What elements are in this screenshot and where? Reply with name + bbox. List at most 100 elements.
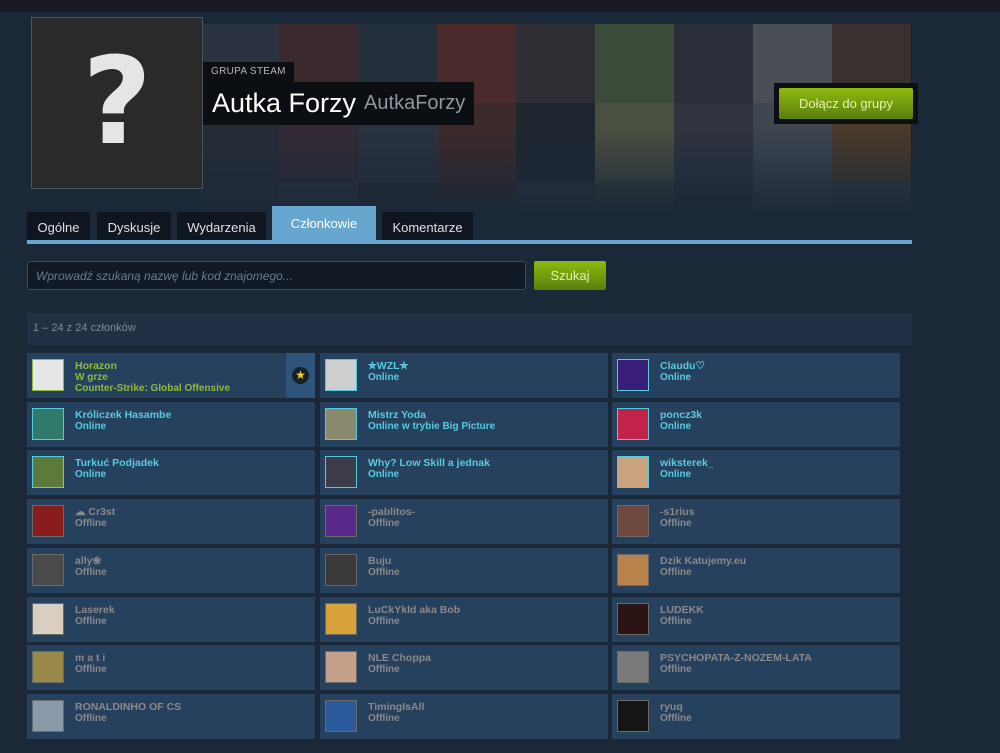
- member-status: Online: [660, 372, 692, 383]
- member-name[interactable]: poncz3k: [660, 409, 702, 421]
- member-avatar[interactable]: [617, 651, 649, 684]
- member-card[interactable]: -s1rius Offline: [612, 499, 900, 545]
- group-type-label: GRUPA STEAM: [203, 62, 294, 82]
- member-avatar[interactable]: [617, 359, 649, 391]
- member-avatar[interactable]: [325, 456, 357, 489]
- member-card[interactable]: LUDEKK Offline: [612, 596, 900, 642]
- member-count: 1 – 24 z 24 członków: [27, 313, 912, 345]
- member-card[interactable]: Mistrz Yoda Online w trybie Big Picture: [320, 401, 608, 447]
- member-name[interactable]: wiksterek_: [660, 457, 714, 469]
- tab-discussions[interactable]: Dyskusje: [97, 212, 171, 242]
- member-name[interactable]: ✯WZL✯: [368, 360, 408, 372]
- member-name[interactable]: LUDEKK: [660, 604, 704, 616]
- member-avatar[interactable]: [32, 602, 64, 635]
- member-avatar[interactable]: [32, 505, 64, 538]
- member-status: Offline: [660, 712, 692, 724]
- join-group-button[interactable]: Dołącz do grupy: [779, 88, 913, 119]
- member-avatar[interactable]: [32, 553, 64, 586]
- member-avatar[interactable]: [617, 505, 649, 538]
- member-card[interactable]: wiksterek_ Online: [612, 450, 900, 496]
- member-card[interactable]: Laserek Offline: [27, 596, 315, 642]
- member-card[interactable]: m a t i Offline: [27, 645, 315, 691]
- member-card[interactable]: -pablitos- Offline: [320, 499, 608, 545]
- member-avatar[interactable]: [32, 407, 64, 440]
- member-avatar[interactable]: [617, 699, 649, 732]
- member-card[interactable]: NLE Choppa Offline: [320, 645, 608, 691]
- tab-overview[interactable]: Ogólne: [27, 212, 90, 242]
- member-card[interactable]: Króliczek Hasambe Online: [27, 401, 315, 447]
- member-avatar[interactable]: [32, 359, 64, 391]
- member-card[interactable]: ☁ Cr3st Offline: [27, 499, 315, 545]
- member-avatar[interactable]: [32, 456, 64, 489]
- member-status: Offline: [75, 712, 107, 724]
- member-status: Offline: [660, 664, 692, 676]
- member-card[interactable]: Buju Offline: [320, 547, 608, 593]
- member-status: Offline: [368, 615, 400, 627]
- member-avatar[interactable]: [325, 359, 357, 391]
- member-name[interactable]: ally❀: [75, 555, 101, 567]
- search-button[interactable]: Szukaj: [534, 261, 606, 290]
- member-card[interactable]: ✯WZL✯ Online: [320, 353, 608, 398]
- member-card[interactable]: Turkuć Podjadek Online: [27, 450, 315, 496]
- member-avatar[interactable]: [325, 602, 357, 635]
- member-status: Offline: [75, 518, 107, 530]
- officer-badge: ★: [286, 353, 315, 398]
- member-name[interactable]: Horazon: [75, 360, 117, 372]
- member-status: Offline: [75, 615, 107, 627]
- member-name[interactable]: TimingIsAll: [368, 701, 424, 713]
- tab-events[interactable]: Wydarzenia: [177, 212, 266, 242]
- member-card[interactable]: Dzik Katujemy.eu Offline: [612, 547, 900, 593]
- member-status: Online: [368, 469, 400, 481]
- member-name[interactable]: -s1rius: [660, 506, 694, 518]
- member-status: Offline: [75, 664, 107, 676]
- member-name[interactable]: Turkuć Podjadek: [75, 457, 159, 469]
- member-avatar[interactable]: [325, 407, 357, 440]
- member-avatar[interactable]: [617, 407, 649, 440]
- member-card[interactable]: RONALDINHO OF CS Offline: [27, 693, 315, 739]
- member-card[interactable]: TimingIsAll Offline: [320, 693, 608, 739]
- top-bar: [0, 0, 1000, 12]
- member-name[interactable]: Króliczek Hasambe: [75, 409, 171, 421]
- member-search-input[interactable]: [27, 261, 526, 290]
- member-card[interactable]: Horazon W grze Counter-Strike: Global Offe…: [27, 353, 315, 398]
- member-name[interactable]: -pablitos-: [368, 506, 415, 518]
- member-card[interactable]: Claudu♡ Online: [612, 353, 900, 398]
- member-name[interactable]: m a t i: [75, 652, 105, 664]
- member-name[interactable]: Claudu♡: [660, 360, 705, 372]
- member-avatar[interactable]: [617, 553, 649, 586]
- member-card[interactable]: LuCkYkld aka Bob Offline: [320, 596, 608, 642]
- member-status: Offline: [368, 518, 400, 530]
- member-name[interactable]: NLE Choppa: [368, 652, 431, 664]
- member-card[interactable]: PSYCHOPATA-Z-NOZEM-LATA Offline: [612, 645, 900, 691]
- tab-underline: [27, 240, 912, 244]
- tab-members[interactable]: Członkowie: [272, 206, 376, 242]
- member-status: Offline: [75, 566, 107, 578]
- member-name[interactable]: Laserek: [75, 604, 115, 616]
- member-avatar[interactable]: [32, 651, 64, 684]
- member-avatar[interactable]: [325, 651, 357, 684]
- member-avatar[interactable]: [32, 699, 64, 732]
- group-title-box: Autka Forzy AutkaForzy: [203, 82, 475, 125]
- member-card[interactable]: poncz3k Online: [612, 401, 900, 447]
- member-avatar[interactable]: [617, 456, 649, 489]
- member-avatar[interactable]: [325, 505, 357, 538]
- member-avatar[interactable]: [325, 699, 357, 732]
- member-name[interactable]: ryuq: [660, 701, 683, 713]
- member-name[interactable]: Why? Low Skill a jednak: [368, 457, 490, 469]
- member-card[interactable]: ally❀ Offline: [27, 547, 315, 593]
- member-name[interactable]: LuCkYkld aka Bob: [368, 604, 460, 616]
- member-name[interactable]: Dzik Katujemy.eu: [660, 555, 746, 567]
- tab-comments[interactable]: Komentarze: [382, 212, 473, 242]
- member-status: Offline: [660, 615, 692, 627]
- member-status: Online: [75, 420, 107, 432]
- group-avatar: ?: [31, 17, 203, 189]
- member-name[interactable]: Buju: [368, 555, 391, 567]
- member-card[interactable]: Why? Low Skill a jednak Online: [320, 450, 608, 496]
- member-name[interactable]: Mistrz Yoda: [368, 409, 426, 421]
- member-name[interactable]: ☁ Cr3st: [75, 506, 115, 518]
- member-name[interactable]: RONALDINHO OF CS: [75, 701, 181, 713]
- member-name[interactable]: PSYCHOPATA-Z-NOZEM-LATA: [660, 652, 812, 664]
- member-card[interactable]: ryuq Offline: [612, 693, 900, 739]
- member-avatar[interactable]: [617, 602, 649, 635]
- member-avatar[interactable]: [325, 553, 357, 586]
